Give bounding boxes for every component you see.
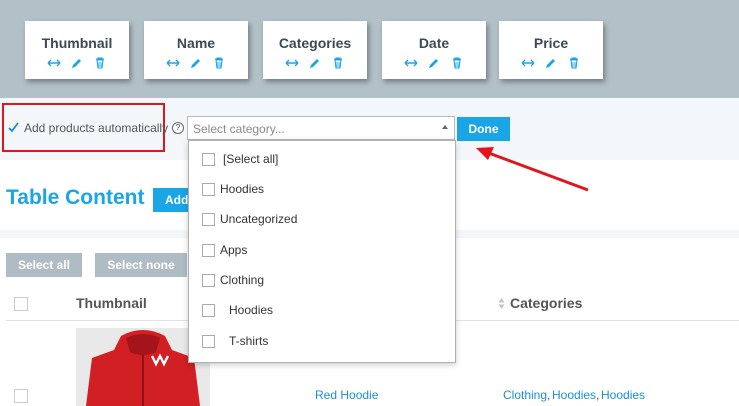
header-categories[interactable]: Categories [510,295,582,311]
option-checkbox[interactable] [202,183,215,196]
column-title: Thumbnail [41,35,113,51]
category-link[interactable]: Hoodies [552,388,596,402]
row-checkbox[interactable] [14,389,28,403]
column-title: Categories [278,35,352,51]
category-select[interactable]: Select category... [187,116,455,140]
trash-icon[interactable] [331,56,345,70]
sort-icon[interactable] [498,297,505,310]
option-checkbox[interactable] [202,304,215,317]
column-card-price[interactable]: Price [499,21,603,79]
help-icon[interactable]: ? [172,122,184,134]
category-dropdown: [Select all] Hoodies Uncategorized Apps … [188,140,456,363]
resize-icon[interactable] [285,56,299,70]
select-none-button[interactable]: Select none [95,253,187,277]
select-all-button[interactable]: Select all [6,253,82,277]
option-select-all[interactable]: [Select all] [189,148,455,172]
option-checkbox[interactable] [202,153,215,166]
option-uncategorized[interactable]: Uncategorized [189,208,455,232]
table-content-title: Table Content [6,186,145,209]
resize-icon[interactable] [166,56,180,70]
option-hoodies[interactable]: Hoodies [189,178,455,202]
trash-icon[interactable] [212,56,226,70]
done-button[interactable]: Done [457,117,510,141]
add-button[interactable]: Add [153,188,189,212]
option-apps[interactable]: Apps [189,239,455,263]
column-card-categories[interactable]: Categories [263,21,367,79]
select-placeholder: Select category... [193,122,285,136]
auto-add-checkbox[interactable] [7,121,20,134]
edit-pencil-icon[interactable] [544,56,558,70]
column-title: Name [176,35,216,51]
category-separator: , [596,388,600,402]
trash-icon[interactable] [93,56,107,70]
edit-pencil-icon[interactable] [308,56,322,70]
caret-up-icon [442,125,448,129]
category-link[interactable]: Clothing [503,388,547,402]
option-clothing[interactable]: Clothing [189,269,455,293]
header-checkbox[interactable] [14,297,28,311]
resize-icon[interactable] [47,56,61,70]
option-checkbox[interactable] [202,274,215,287]
option-checkbox[interactable] [202,335,215,348]
columns-band: Thumbnail Name Categories Date Price [0,0,739,98]
edit-pencil-icon[interactable] [427,56,441,70]
resize-icon[interactable] [521,56,535,70]
product-name-link[interactable]: Red Hoodie [315,388,378,402]
trash-icon[interactable] [567,56,581,70]
column-card-date[interactable]: Date [382,21,486,79]
option-checkbox[interactable] [202,213,215,226]
option-checkbox[interactable] [202,244,215,257]
category-link[interactable]: Hoodies [601,388,645,402]
column-title: Date [418,35,450,51]
edit-pencil-icon[interactable] [70,56,84,70]
category-separator: , [547,388,551,402]
column-card-thumbnail[interactable]: Thumbnail [25,21,129,79]
column-title: Price [533,35,569,51]
resize-icon[interactable] [404,56,418,70]
edit-pencil-icon[interactable] [189,56,203,70]
option-hoodies-child[interactable]: Hoodies [189,299,455,323]
column-card-name[interactable]: Name [144,21,248,79]
auto-add-label: Add products automatically [24,121,169,135]
header-thumbnail[interactable]: Thumbnail [76,295,147,311]
trash-icon[interactable] [450,56,464,70]
option-tshirts[interactable]: T-shirts [189,330,455,354]
checkmark-icon [8,122,19,133]
